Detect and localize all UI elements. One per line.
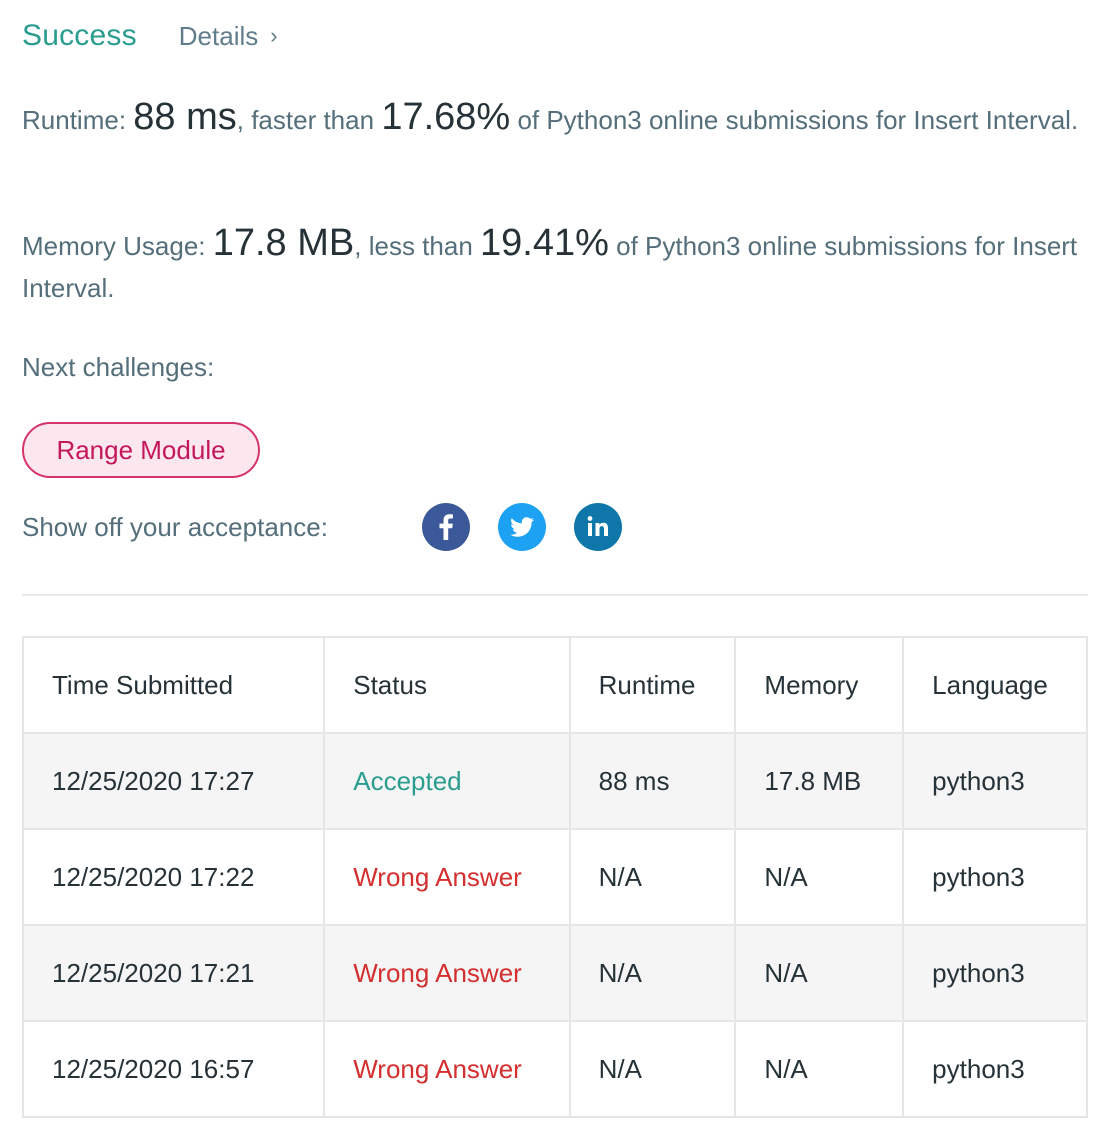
runtime-percent: 17.68% bbox=[381, 96, 511, 138]
cell-status-link[interactable]: Accepted bbox=[323, 732, 571, 830]
memory-value: 17.8 MB bbox=[212, 222, 355, 264]
submissions-table: Time Submitted Status Runtime Memory Lan… bbox=[21, 636, 1088, 1118]
cell-status-link[interactable]: Wrong Answer bbox=[323, 924, 571, 1022]
memory-mid-text: , less than bbox=[354, 231, 473, 261]
memory-percent: 19.41% bbox=[480, 222, 609, 264]
table-header-row: Time Submitted Status Runtime Memory Lan… bbox=[21, 636, 1088, 734]
table-row: 12/25/2020 17:27 Accepted 88 ms 17.8 MB … bbox=[21, 732, 1088, 830]
runtime-value: 88 ms bbox=[133, 96, 237, 138]
cell-memory: N/A bbox=[734, 1020, 905, 1118]
cell-language: python3 bbox=[902, 828, 1088, 926]
twitter-icon[interactable] bbox=[498, 503, 546, 551]
cell-runtime: N/A bbox=[568, 924, 737, 1022]
cell-status-link[interactable]: Wrong Answer bbox=[323, 828, 571, 926]
cell-time: 12/25/2020 17:21 bbox=[21, 924, 326, 1022]
cell-memory: N/A bbox=[734, 828, 905, 926]
header-status: Status bbox=[323, 636, 571, 734]
memory-stat: Memory Usage: 17.8 MB, less than 19.41% … bbox=[22, 222, 1088, 309]
runtime-tail-text: of Python3 online submissions for Insert… bbox=[517, 105, 1079, 135]
next-challenges-label: Next challenges: bbox=[22, 352, 215, 382]
linkedin-icon[interactable] bbox=[574, 503, 622, 551]
memory-label: Memory Usage: bbox=[22, 231, 206, 261]
share-row: Show off your acceptance: bbox=[22, 502, 650, 552]
cell-time: 12/25/2020 17:22 bbox=[21, 828, 326, 926]
cell-time: 12/25/2020 16:57 bbox=[21, 1020, 326, 1118]
status-title: Success bbox=[22, 19, 137, 52]
runtime-label: Runtime: bbox=[22, 105, 127, 135]
header-runtime: Runtime bbox=[568, 636, 737, 734]
runtime-mid-text: , faster than bbox=[236, 105, 375, 135]
linkedin-glyph bbox=[587, 516, 608, 536]
table-row: 12/25/2020 17:22 Wrong Answer N/A N/A py… bbox=[21, 828, 1088, 926]
cell-runtime: 88 ms bbox=[568, 732, 737, 830]
challenge-range-module[interactable]: Range Module bbox=[22, 422, 260, 478]
cell-runtime: N/A bbox=[568, 828, 737, 926]
twitter-glyph bbox=[510, 517, 534, 537]
details-link[interactable]: Details › bbox=[179, 21, 278, 52]
cell-language: python3 bbox=[902, 732, 1088, 830]
divider bbox=[22, 594, 1088, 596]
chevron-right-icon: › bbox=[270, 23, 278, 48]
details-label: Details bbox=[178, 20, 259, 51]
result-header: Success Details › bbox=[22, 14, 278, 58]
cell-memory: N/A bbox=[734, 924, 905, 1022]
header-language: Language bbox=[902, 636, 1088, 734]
facebook-icon[interactable] bbox=[422, 503, 470, 551]
cell-memory: 17.8 MB bbox=[734, 732, 905, 830]
cell-status-link[interactable]: Wrong Answer bbox=[323, 1020, 571, 1118]
cell-language: python3 bbox=[902, 1020, 1088, 1118]
runtime-stat: Runtime: 88 ms, faster than 17.68% of Py… bbox=[22, 96, 1088, 141]
cell-language: python3 bbox=[902, 924, 1088, 1022]
cell-time: 12/25/2020 17:27 bbox=[21, 732, 326, 830]
facebook-glyph bbox=[439, 514, 453, 540]
cell-runtime: N/A bbox=[568, 1020, 737, 1118]
header-time-submitted: Time Submitted bbox=[21, 636, 326, 734]
share-label: Show off your acceptance: bbox=[22, 511, 328, 542]
header-memory: Memory bbox=[734, 636, 905, 734]
table-row: 12/25/2020 16:57 Wrong Answer N/A N/A py… bbox=[21, 1020, 1088, 1118]
table-row: 12/25/2020 17:21 Wrong Answer N/A N/A py… bbox=[21, 924, 1088, 1022]
